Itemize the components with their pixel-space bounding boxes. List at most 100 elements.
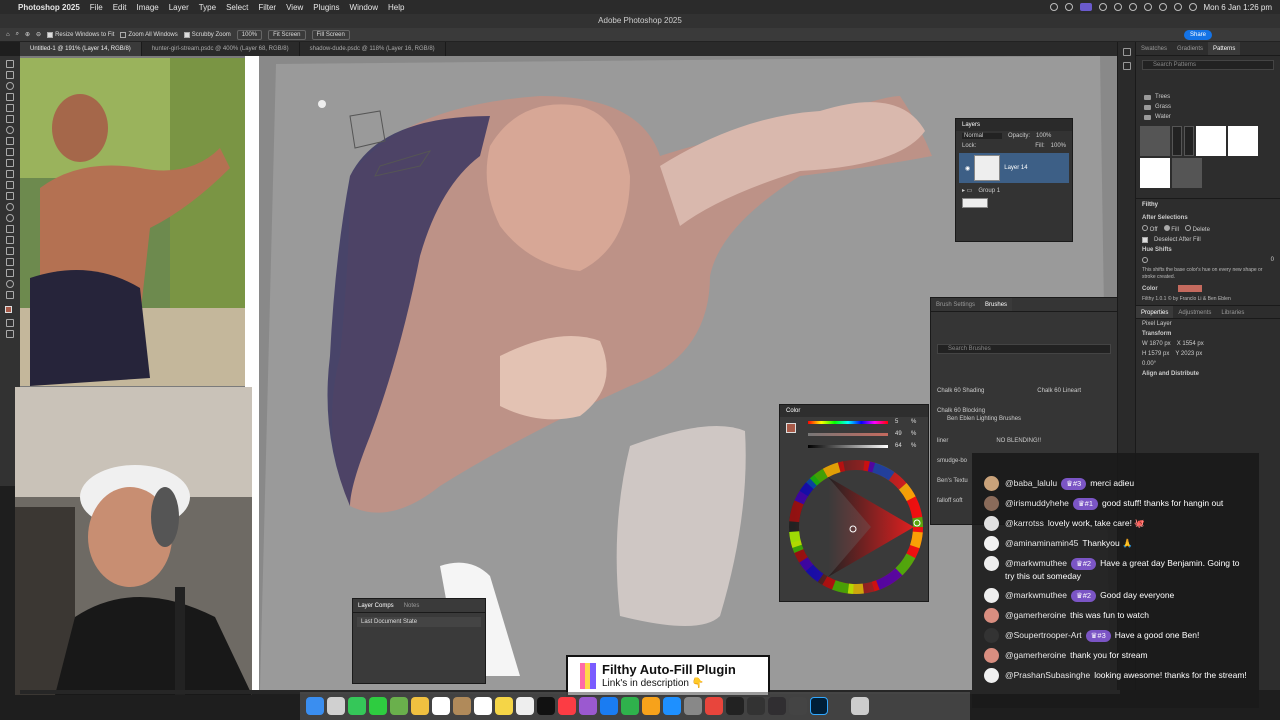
dodge-tool-icon[interactable]	[6, 214, 14, 222]
brush-falloff-soft[interactable]: falloff soft	[937, 498, 963, 504]
width-field[interactable]: W 1870 px	[1142, 341, 1171, 347]
finder-icon[interactable]	[306, 697, 324, 715]
keynote-icon[interactable]	[600, 697, 618, 715]
zoom-in-icon[interactable]: ⊕	[25, 31, 30, 38]
brightness-slider[interactable]	[808, 445, 888, 448]
share-button[interactable]: Share	[1183, 30, 1212, 40]
pattern-thumb[interactable]	[1228, 126, 1258, 156]
menu-layer[interactable]: Layer	[169, 3, 189, 12]
app-icon[interactable]	[726, 697, 744, 715]
brush-no-blending[interactable]: NO BLENDING!!	[996, 438, 1041, 444]
folder-trees[interactable]: Trees	[1136, 92, 1280, 102]
tab-adjustments[interactable]: Adjustments	[1173, 306, 1216, 318]
tv-icon[interactable]	[537, 697, 555, 715]
brush-chalk-60-blocking[interactable]: Chalk 60 Blocking	[937, 408, 985, 414]
brush-bens-texture[interactable]: Ben's Textu	[937, 478, 968, 484]
crop-tool-icon[interactable]	[6, 104, 14, 112]
saturation-slider[interactable]	[808, 433, 888, 436]
status-icon[interactable]	[1113, 3, 1122, 11]
layer-row-background[interactable]	[956, 196, 1072, 210]
history-brush-tool-icon[interactable]	[6, 170, 14, 178]
pattern-thumb[interactable]	[1172, 126, 1182, 156]
fit-screen-button[interactable]: Fit Screen	[268, 29, 306, 40]
deselect-after-fill-checkbox[interactable]: Deselect After Fill	[1136, 235, 1280, 245]
foreground-color-swatch[interactable]	[786, 423, 796, 433]
menu-filter[interactable]: Filter	[258, 3, 276, 12]
tab-gradients[interactable]: Gradients	[1172, 42, 1208, 55]
hand-tool-icon[interactable]	[6, 269, 14, 277]
angle-field[interactable]: 0.00°	[1136, 359, 1280, 369]
move-tool-icon[interactable]	[6, 60, 14, 68]
pattern-thumb[interactable]	[1140, 126, 1170, 156]
facetime-icon[interactable]	[369, 697, 387, 715]
freeform-icon[interactable]	[516, 697, 534, 715]
opacity-field[interactable]: 100%	[1036, 133, 1051, 139]
layer-comp-last-state[interactable]: Last Document State	[357, 617, 481, 627]
screen-mode-icon[interactable]	[6, 330, 14, 338]
blend-mode-select[interactable]: Normal	[962, 133, 1002, 139]
saturation-value[interactable]: 49	[895, 431, 902, 437]
tab-brush-settings[interactable]: Brush Settings	[931, 298, 980, 311]
brush-tool-icon[interactable]	[6, 148, 14, 156]
path-selection-tool-icon[interactable]	[6, 247, 14, 255]
menu-file[interactable]: File	[90, 3, 103, 12]
tab-libraries[interactable]: Libraries	[1216, 306, 1249, 318]
wifi-icon[interactable]	[1158, 3, 1167, 11]
lasso-tool-icon[interactable]	[6, 82, 14, 90]
brush-liner[interactable]: liner	[937, 438, 948, 444]
pattern-thumb[interactable]	[1184, 126, 1194, 156]
menu-plugins[interactable]: Plugins	[313, 3, 339, 12]
menu-type[interactable]: Type	[199, 3, 216, 12]
menu-window[interactable]: Window	[350, 3, 378, 12]
x-field[interactable]: X 1554 px	[1177, 341, 1204, 347]
more-tools-icon[interactable]	[6, 291, 14, 299]
zoom-all-checkbox[interactable]: Zoom All Windows	[120, 31, 178, 38]
settings-icon[interactable]	[684, 697, 702, 715]
brush-chalk-60-lineart[interactable]: Chalk 60 Lineart	[1037, 388, 1081, 394]
battery-icon[interactable]	[1143, 3, 1152, 11]
marquee-tool-icon[interactable]	[6, 71, 14, 79]
status-icon[interactable]	[1049, 3, 1058, 11]
app-icon[interactable]	[747, 697, 765, 715]
brush-group-ben-eblen[interactable]: Ben Eblen Lighting Brushes	[937, 414, 1111, 424]
record-icon[interactable]	[1079, 3, 1092, 11]
radio-off[interactable]: Off	[1142, 225, 1158, 233]
hue-value[interactable]: 5	[895, 419, 898, 425]
hue-slider[interactable]	[808, 421, 888, 424]
y-field[interactable]: Y 2023 px	[1175, 351, 1202, 357]
history-icon[interactable]	[1122, 48, 1131, 56]
tab-brushes[interactable]: Brushes	[980, 298, 1013, 311]
photos-icon[interactable]	[411, 697, 429, 715]
folder-grass[interactable]: Grass	[1136, 102, 1280, 112]
pen-tool-icon[interactable]	[6, 225, 14, 233]
brush-smudge[interactable]: smudge-bo	[937, 458, 967, 464]
photoshop-icon[interactable]	[810, 697, 828, 715]
zoom-tool-icon[interactable]: ⌕	[16, 31, 19, 38]
menu-select[interactable]: Select	[226, 3, 248, 12]
fill-field[interactable]: 100%	[1051, 143, 1066, 149]
filthy-color-swatch[interactable]	[1177, 285, 1202, 292]
tab-swatches[interactable]: Swatches	[1136, 42, 1172, 55]
color-swatches[interactable]	[5, 306, 15, 316]
app-store-icon[interactable]	[663, 697, 681, 715]
height-field[interactable]: H 1579 px	[1142, 351, 1169, 357]
scrubby-zoom-checkbox[interactable]: Scrubby Zoom	[183, 31, 231, 38]
chrome-icon[interactable]	[705, 697, 723, 715]
type-tool-icon[interactable]	[6, 236, 14, 244]
magic-wand-tool-icon[interactable]	[6, 93, 14, 101]
notes-icon[interactable]	[495, 697, 513, 715]
music-icon[interactable]	[558, 697, 576, 715]
search-icon[interactable]	[1173, 3, 1182, 11]
tab-layer-comps[interactable]: Layer Comps	[353, 599, 399, 612]
tab-properties[interactable]: Properties	[1136, 306, 1174, 318]
comments-icon[interactable]	[1122, 62, 1131, 70]
stamp-tool-icon[interactable]	[6, 159, 14, 167]
eraser-tool-icon[interactable]	[6, 181, 14, 189]
visibility-eye-icon[interactable]: ◉	[965, 165, 970, 172]
healing-tool-icon[interactable]	[6, 137, 14, 145]
pattern-thumb[interactable]	[1140, 158, 1170, 188]
numbers-icon[interactable]	[621, 697, 639, 715]
frame-tool-icon[interactable]	[6, 115, 14, 123]
layer-row-group-1[interactable]: ▸ ▭ Group 1	[956, 185, 1072, 196]
gradient-tool-icon[interactable]	[6, 192, 14, 200]
